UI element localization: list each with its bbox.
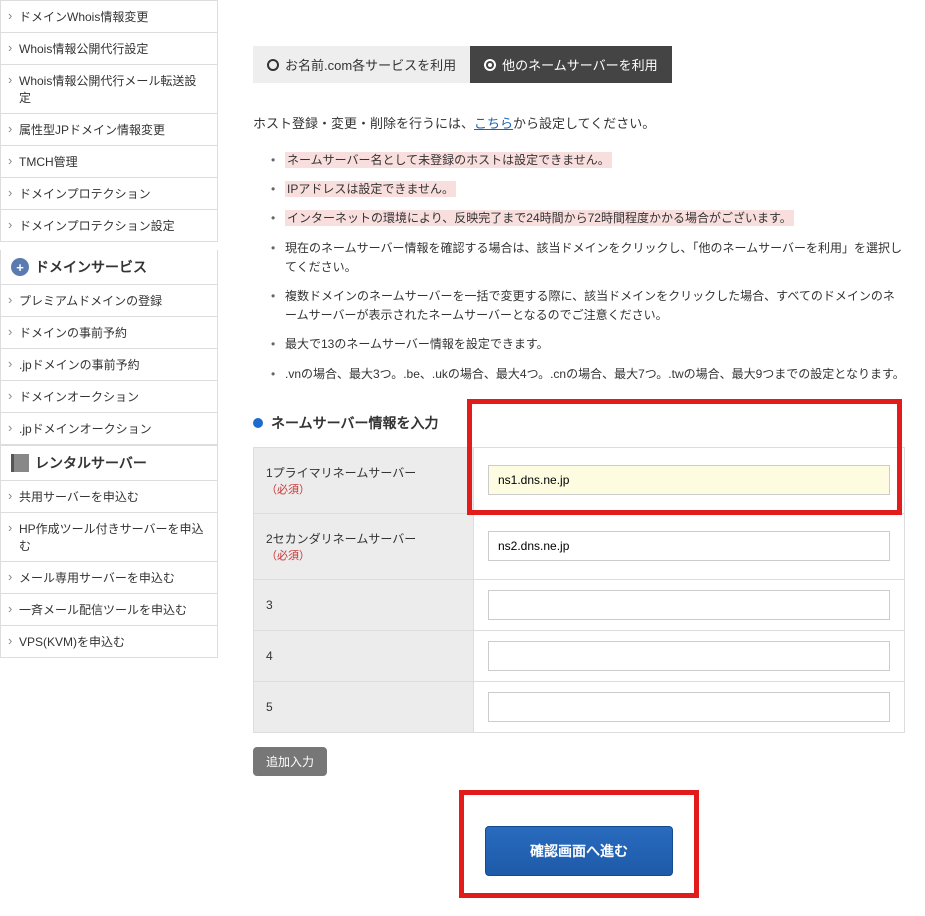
- nameserver-table: 1プライマリネームサーバー （必須）2セカンダリネームサーバー （必須）3 4 …: [253, 447, 905, 733]
- sidebar-item[interactable]: ドメインプロテクション: [1, 178, 217, 210]
- sidebar-item[interactable]: Whois情報公開代行設定: [1, 33, 217, 65]
- row-cell: [474, 513, 905, 579]
- tab-other-nameserver[interactable]: 他のネームサーバーを利用: [470, 46, 671, 83]
- sidebar-item[interactable]: VPS(KVM)を申込む: [1, 626, 217, 657]
- nameserver-input-1[interactable]: [488, 465, 890, 495]
- sidebar-item[interactable]: TMCH管理: [1, 146, 217, 178]
- sidebar-item[interactable]: ドメインWhois情報変更: [1, 1, 217, 33]
- host-link[interactable]: こちら: [474, 116, 513, 131]
- sidebar-item[interactable]: ドメインプロテクション設定: [1, 210, 217, 241]
- row-label: 1プライマリネームサーバー （必須）: [254, 447, 474, 513]
- server-icon: [11, 454, 29, 472]
- tab-label: お名前.com各サービスを利用: [285, 55, 456, 74]
- add-input-button[interactable]: 追加入力: [253, 747, 327, 776]
- table-row: 1プライマリネームサーバー （必須）: [254, 447, 905, 513]
- row-cell: [474, 579, 905, 630]
- row-label: 2セカンダリネームサーバー （必須）: [254, 513, 474, 579]
- sidebar-section-rental-server: レンタルサーバー: [0, 445, 218, 480]
- text: ホスト登録・変更・削除を行うには、: [253, 116, 474, 131]
- radio-icon: [484, 59, 496, 71]
- section-title: ドメインサービス: [35, 257, 147, 277]
- note-item: 複数ドメインのネームサーバーを一括で変更する際に、該当ドメインをクリックした場合…: [275, 282, 905, 330]
- required-label: （必須）: [266, 484, 310, 496]
- row-cell: [474, 630, 905, 681]
- required-label: （必須）: [266, 550, 310, 562]
- plus-circle-icon: +: [11, 258, 29, 276]
- sidebar-item[interactable]: .jpドメインオークション: [1, 413, 217, 444]
- note-item: 現在のネームサーバー情報を確認する場合は、該当ドメインをクリックし、「他のネーム…: [275, 234, 905, 282]
- tab-onamae-services[interactable]: お名前.com各サービスを利用: [253, 46, 470, 83]
- table-row: 2セカンダリネームサーバー （必須）: [254, 513, 905, 579]
- row-cell: [474, 681, 905, 732]
- sidebar-item[interactable]: .jpドメインの事前予約: [1, 349, 217, 381]
- radio-icon: [267, 59, 279, 71]
- nameserver-input-4[interactable]: [488, 641, 890, 671]
- confirm-button[interactable]: 確認画面へ進む: [485, 826, 673, 876]
- host-setting-line: ホスト登録・変更・削除を行うには、こちらから設定してください。: [253, 113, 905, 132]
- sidebar-item[interactable]: ドメインオークション: [1, 381, 217, 413]
- tab-label: 他のネームサーバーを利用: [502, 55, 657, 74]
- section-title-nameserver-input: ネームサーバー情報を入力: [253, 413, 905, 433]
- table-row: 5: [254, 681, 905, 732]
- sidebar-item[interactable]: 一斉メール配信ツールを申込む: [1, 594, 217, 626]
- nameserver-input-2[interactable]: [488, 531, 890, 561]
- note-item: インターネットの環境により、反映完了まで24時間から72時間程度かかる場合がござ…: [275, 204, 905, 233]
- note-item: ネームサーバー名として未登録のホストは設定できません。: [275, 146, 905, 175]
- row-label: 3: [254, 579, 474, 630]
- sidebar-item[interactable]: プレミアムドメインの登録: [1, 285, 217, 317]
- sidebar-item[interactable]: メール専用サーバーを申込む: [1, 562, 217, 594]
- text: から設定してください。: [513, 116, 655, 131]
- note-item: .vnの場合、最大3つ。.be、.ukの場合、最大4つ。.cnの場合、最大7つ。…: [275, 360, 905, 389]
- sidebar-item[interactable]: 属性型JPドメイン情報変更: [1, 114, 217, 146]
- nameserver-input-5[interactable]: [488, 692, 890, 722]
- table-row: 3: [254, 579, 905, 630]
- section-title-text: ネームサーバー情報を入力: [271, 413, 438, 433]
- row-label: 5: [254, 681, 474, 732]
- sidebar-item[interactable]: HP作成ツール付きサーバーを申込む: [1, 513, 217, 562]
- sidebar-item[interactable]: Whois情報公開代行メール転送設定: [1, 65, 217, 114]
- note-item: IPアドレスは設定できません。: [275, 175, 905, 204]
- row-label: 4: [254, 630, 474, 681]
- note-item: 最大で13のネームサーバー情報を設定できます。: [275, 330, 905, 359]
- sidebar-item[interactable]: 共用サーバーを申込む: [1, 481, 217, 513]
- section-title: レンタルサーバー: [35, 453, 147, 473]
- table-row: 4: [254, 630, 905, 681]
- nameserver-tabs: お名前.com各サービスを利用 他のネームサーバーを利用: [253, 46, 905, 83]
- row-cell: [474, 447, 905, 513]
- sidebar-item[interactable]: ドメインの事前予約: [1, 317, 217, 349]
- sidebar-section-domain-service: + ドメインサービス: [0, 250, 218, 284]
- nameserver-input-3[interactable]: [488, 590, 890, 620]
- bullet-icon: [253, 418, 263, 428]
